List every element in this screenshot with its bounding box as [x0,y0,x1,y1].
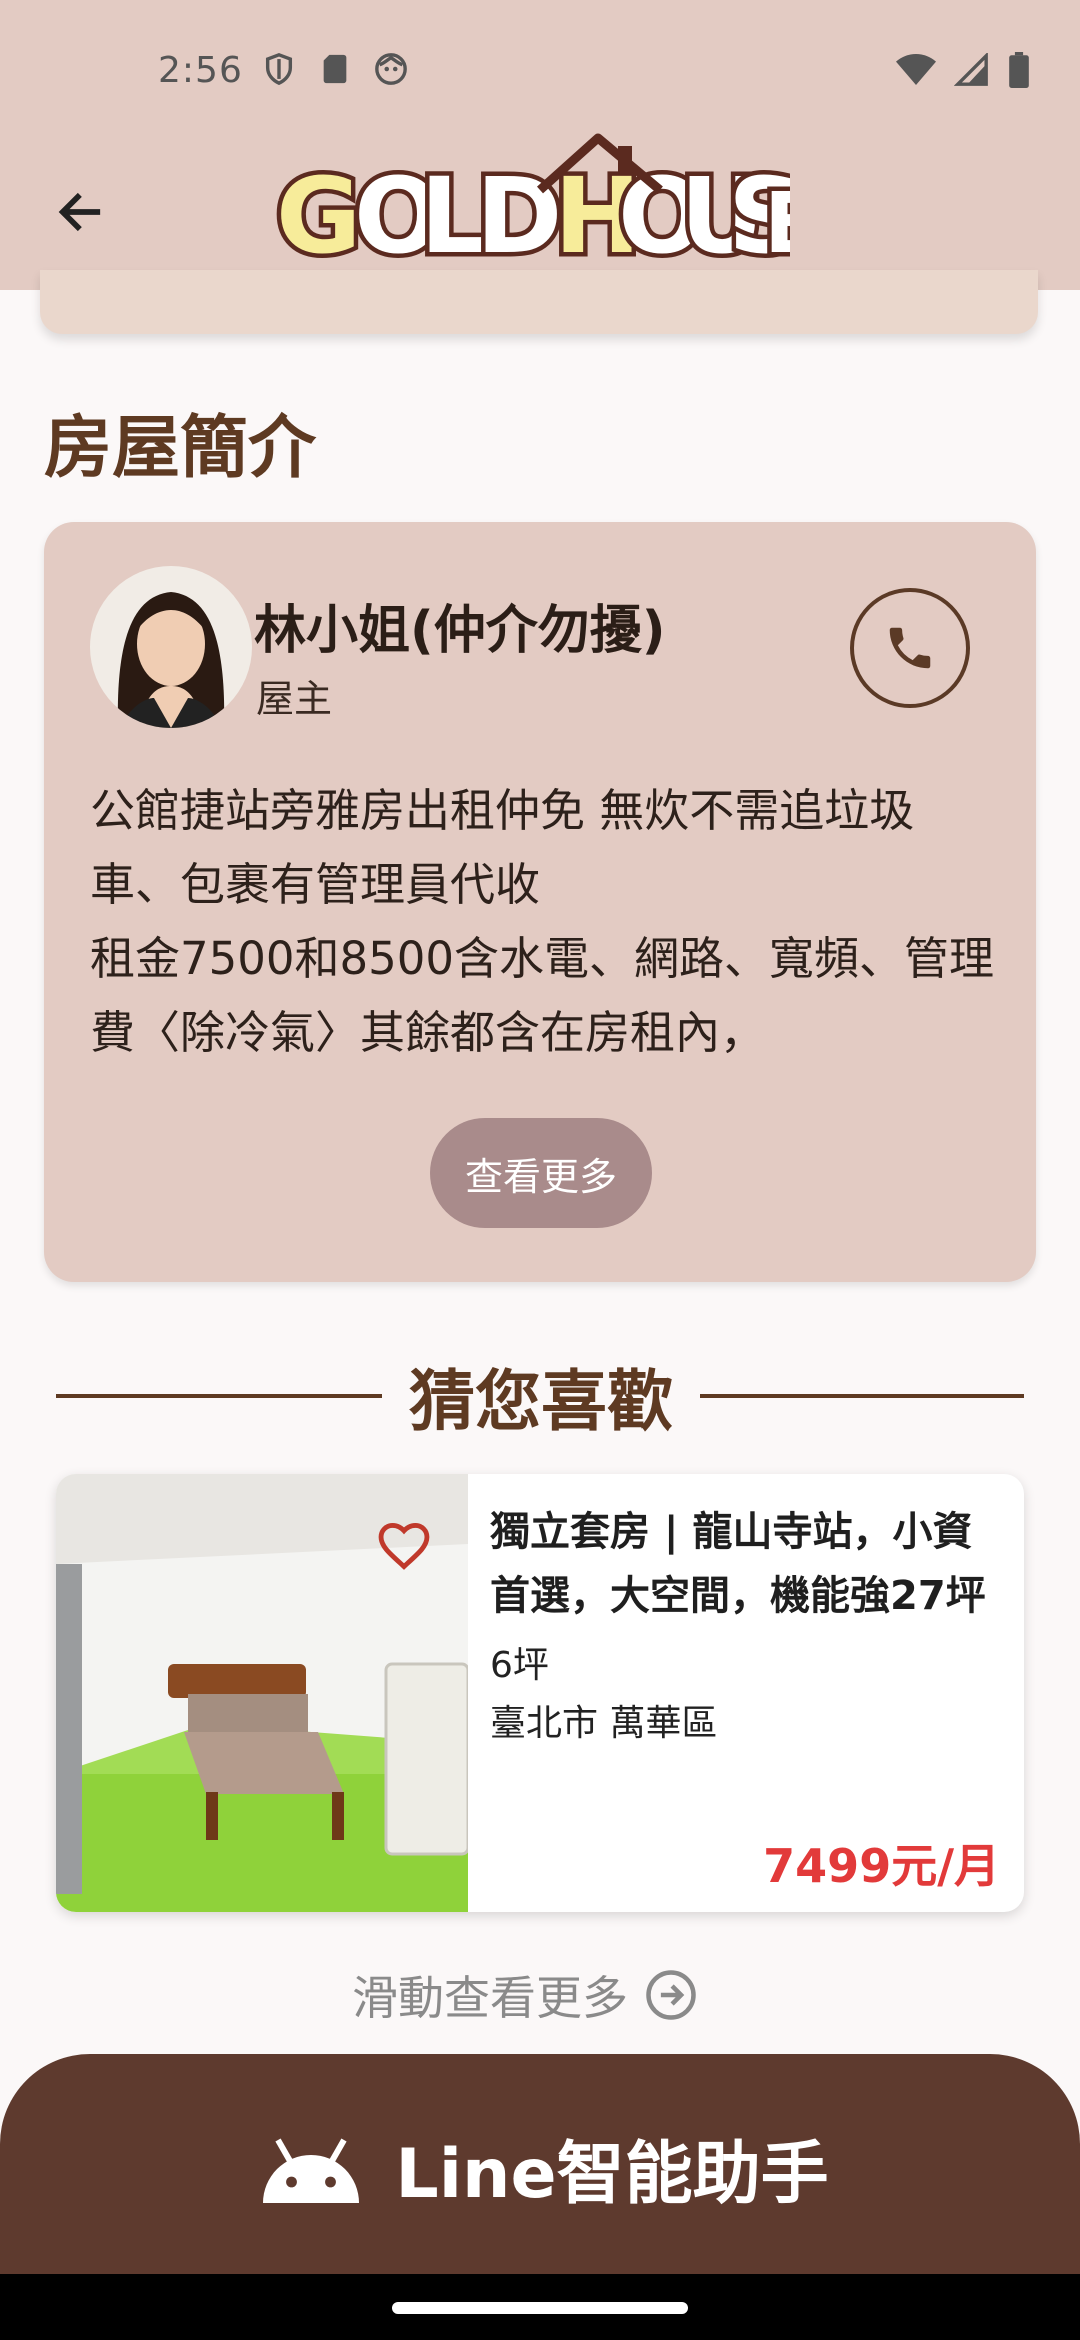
back-arrow-icon [58,192,101,232]
rec-title-container: 猜您喜歡 [382,1346,700,1446]
line-assistant-label: Line智能助手 [395,2134,829,2214]
listing-size: 6坪 [490,1645,549,1686]
face-icon [374,52,408,86]
listing-price: 7499元/月 [763,1839,1000,1893]
back-button[interactable] [40,172,120,252]
phone-icon [889,627,931,669]
favorite-button[interactable] [368,1510,440,1582]
wifi-icon [896,53,936,91]
svg-text:D: D [476,155,562,277]
listing-title: 獨立套房 | 龍山寺站，小資首選，大空間，機能強27坪 [490,1509,986,1619]
rec-divider-left [56,1394,386,1398]
heart-icon [378,1523,430,1570]
rec-divider-right [700,1394,1024,1398]
owner-avatar [90,566,252,728]
svg-text:G: G [276,155,361,277]
intro-section-title: 房屋簡介 [44,409,317,488]
home-gesture-handle[interactable] [392,2302,688,2314]
swipe-hint-label: 滑動查看更多 [352,1971,628,2025]
see-more-button[interactable]: 查看更多 [430,1118,652,1228]
gold-house-logo: G O L D H O U S E [270,130,826,282]
status-time: 2:56 [158,50,243,91]
listing-area: 臺北市 萬華區 [490,1703,718,1744]
signal-icon [953,51,990,91]
property-description: 公館捷站旁雅房出租仲免 無炊不需追垃圾車、包裹有管理員代收 租金7500和850… [90,784,995,1059]
line-assistant-button[interactable]: Line智能助手 [0,2054,1080,2280]
android-icon [263,2138,360,2203]
rec-section-title: 猜您喜歡 [409,1363,673,1440]
owner-role: 屋主 [256,677,333,721]
battery-icon [1008,52,1030,92]
call-owner-button[interactable] [850,588,970,708]
shield-icon [262,52,296,86]
owner-card: 林小姐(仲介勿擾) 屋主 公館捷站旁雅房出租仲免 無炊不需追垃圾車、包裹有管理員… [44,522,1036,1282]
sd-card-icon [318,52,352,86]
app-top-bar: 2:56 G O L D H O U S [0,0,1080,290]
status-notification-icons [262,52,408,86]
listing-card[interactable]: 獨立套房 | 龍山寺站，小資首選，大空間，機能強27坪 6坪 臺北市 萬華區 7… [56,1474,1024,1912]
swipe-more-hint[interactable]: 滑動查看更多 [352,1962,698,2028]
previous-info-card [40,270,1038,334]
status-system-icons [896,51,1030,92]
svg-text:E: E [764,174,790,272]
arrow-right-circle-icon [646,1970,696,2020]
owner-name: 林小姐(仲介勿擾) [254,601,666,661]
